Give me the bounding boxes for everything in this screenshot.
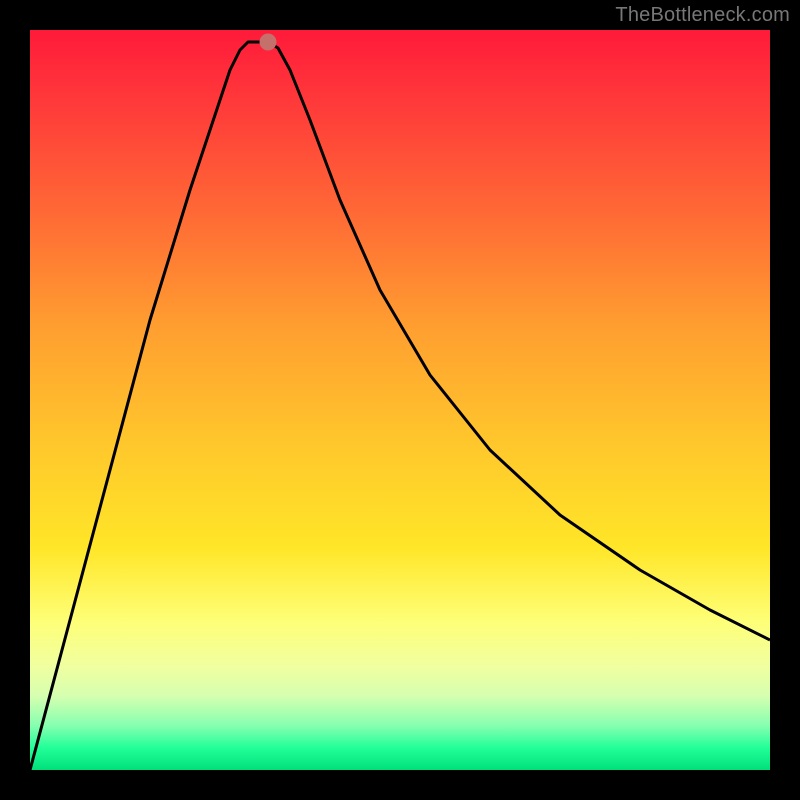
plot-area (30, 30, 770, 770)
minimum-marker (260, 34, 277, 51)
bottleneck-curve (30, 42, 770, 770)
chart-frame: TheBottleneck.com (0, 0, 800, 800)
watermark-text: TheBottleneck.com (615, 4, 790, 27)
curve-svg (30, 30, 770, 770)
